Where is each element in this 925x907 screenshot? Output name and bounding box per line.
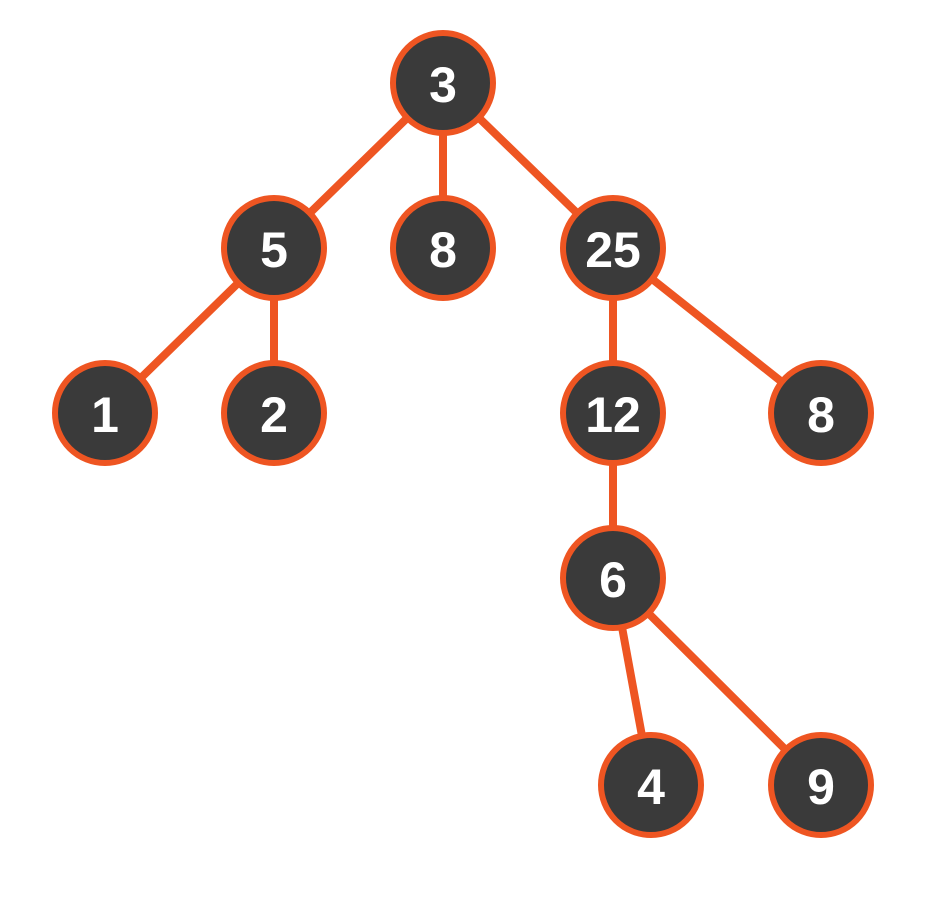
edges-layer — [105, 83, 821, 785]
node-label: 12 — [585, 387, 641, 443]
node-label: 8 — [807, 387, 835, 443]
tree-node: 8 — [393, 198, 493, 298]
node-label: 9 — [807, 759, 835, 815]
node-label: 8 — [429, 222, 457, 278]
tree-node: 8 — [771, 363, 871, 463]
tree-node: 1 — [55, 363, 155, 463]
tree-diagram: 3582512128649 — [0, 0, 925, 907]
tree-node: 3 — [393, 33, 493, 133]
node-label: 25 — [585, 222, 641, 278]
tree-node: 12 — [563, 363, 663, 463]
node-label: 1 — [91, 387, 119, 443]
node-label: 2 — [260, 387, 288, 443]
tree-node: 4 — [601, 735, 701, 835]
tree-node: 6 — [563, 528, 663, 628]
tree-node: 9 — [771, 735, 871, 835]
node-label: 6 — [599, 552, 627, 608]
node-label: 5 — [260, 222, 288, 278]
tree-node: 2 — [224, 363, 324, 463]
tree-node: 5 — [224, 198, 324, 298]
node-label: 4 — [637, 759, 665, 815]
node-label: 3 — [429, 57, 457, 113]
tree-node: 25 — [563, 198, 663, 298]
